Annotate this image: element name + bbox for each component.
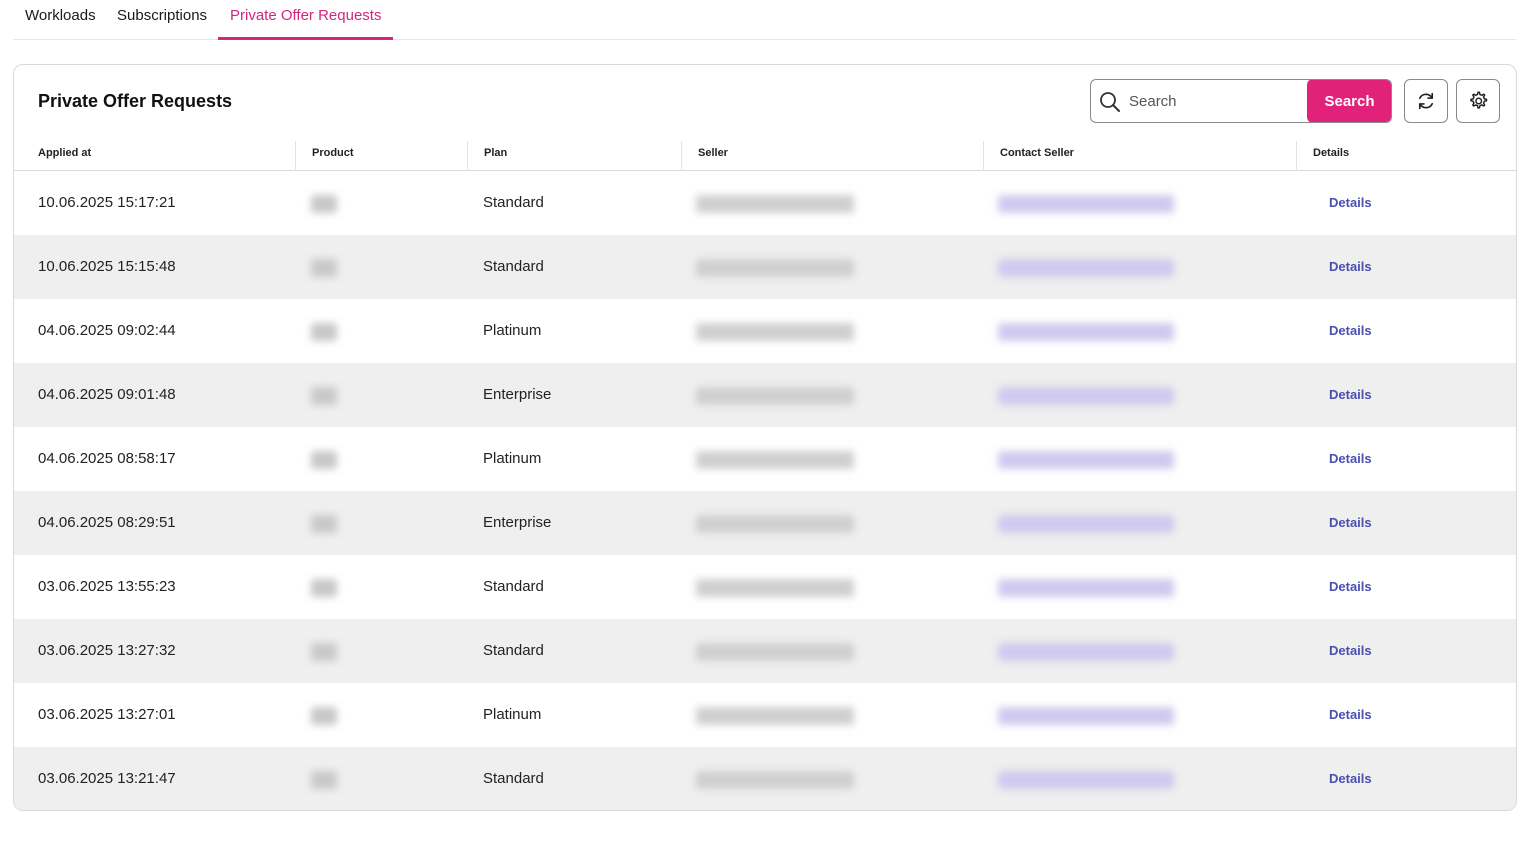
plan-cell: Standard [483,642,544,659]
seller-cell-redacted [696,579,854,597]
refresh-icon [1418,92,1434,110]
plan-cell: Enterprise [483,386,552,403]
applied-at-cell: 03.06.2025 13:55:23 [38,578,176,595]
contact-seller-link-redacted[interactable] [998,451,1174,469]
column-header-applied-at[interactable]: Applied at [22,141,295,171]
table-row: 03.06.2025 13:27:01 Platinum Details [14,683,1516,747]
contact-seller-link-redacted[interactable] [998,579,1174,597]
tab-subscriptions[interactable]: Subscriptions [105,0,219,40]
details-link[interactable]: Details [1329,363,1372,427]
plan-cell: Standard [483,770,544,787]
table-row: 03.06.2025 13:21:47 Standard Details [14,747,1516,810]
plan-cell: Standard [483,194,544,211]
seller-cell-redacted [696,451,854,469]
table-body: 10.06.2025 15:17:21 Standard Details 10.… [14,171,1516,810]
seller-cell-redacted [696,771,854,789]
contact-seller-link-redacted[interactable] [998,707,1174,725]
column-header-product[interactable]: Product [295,141,467,171]
plan-cell: Enterprise [483,514,552,531]
plan-cell: Standard [483,578,544,595]
table-row: 04.06.2025 09:01:48 Enterprise Details [14,363,1516,427]
gear-icon [1470,91,1488,109]
column-header-seller[interactable]: Seller [681,141,983,171]
contact-seller-link-redacted[interactable] [998,771,1174,789]
applied-at-cell: 10.06.2025 15:17:21 [38,194,176,211]
search-input[interactable] [1129,80,1307,122]
product-cell-redacted [311,451,337,469]
applied-at-cell: 04.06.2025 09:01:48 [38,386,176,403]
table-row: 04.06.2025 09:02:44 Platinum Details [14,299,1516,363]
applied-at-cell: 03.06.2025 13:27:32 [38,642,176,659]
seller-cell-redacted [696,259,854,277]
table-row: 04.06.2025 08:29:51 Enterprise Details [14,491,1516,555]
applied-at-cell: 04.06.2025 08:29:51 [38,514,176,531]
plan-cell: Platinum [483,322,542,339]
settings-button[interactable] [1456,79,1500,123]
column-header-contact-seller[interactable]: Contact Seller [983,141,1296,171]
applied-at-cell: 03.06.2025 13:21:47 [38,770,176,787]
product-cell-redacted [311,643,337,661]
seller-cell-redacted [696,323,854,341]
details-link[interactable]: Details [1329,747,1372,810]
tab-bar: Workloads Subscriptions Private Offer Re… [13,0,1516,40]
details-link[interactable]: Details [1329,619,1372,683]
column-header-plan[interactable]: Plan [467,141,681,171]
table-row: 10.06.2025 15:15:48 Standard Details [14,235,1516,299]
search-box: Search [1090,79,1392,123]
applied-at-cell: 03.06.2025 13:27:01 [38,706,176,723]
contact-seller-link-redacted[interactable] [998,387,1174,405]
details-link[interactable]: Details [1329,171,1372,235]
table-header: Applied at Product Plan Seller Contact S… [14,141,1516,171]
contact-seller-link-redacted[interactable] [998,195,1174,213]
table-row: 10.06.2025 15:17:21 Standard Details [14,171,1516,235]
search-icon [1100,92,1120,112]
contact-seller-link-redacted[interactable] [998,643,1174,661]
product-cell-redacted [311,195,337,213]
seller-cell-redacted [696,195,854,213]
applied-at-cell: 10.06.2025 15:15:48 [38,258,176,275]
tab-private-offer-requests[interactable]: Private Offer Requests [218,0,394,40]
product-cell-redacted [311,387,337,405]
product-cell-redacted [311,579,337,597]
seller-cell-redacted [696,515,854,533]
table-row: 03.06.2025 13:27:32 Standard Details [14,619,1516,683]
product-cell-redacted [311,707,337,725]
table-row: 03.06.2025 13:55:23 Standard Details [14,555,1516,619]
details-link[interactable]: Details [1329,235,1372,299]
plan-cell: Standard [483,258,544,275]
refresh-button[interactable] [1404,79,1448,123]
seller-cell-redacted [696,643,854,661]
product-cell-redacted [311,323,337,341]
product-cell-redacted [311,515,337,533]
private-offer-requests-card: Private Offer Requests Search Applied at… [13,64,1517,811]
applied-at-cell: 04.06.2025 08:58:17 [38,450,176,467]
contact-seller-link-redacted[interactable] [998,259,1174,277]
tab-workloads[interactable]: Workloads [13,0,108,40]
plan-cell: Platinum [483,706,542,723]
column-header-details[interactable]: Details [1296,141,1516,171]
contact-seller-link-redacted[interactable] [998,515,1174,533]
details-link[interactable]: Details [1329,491,1372,555]
plan-cell: Platinum [483,450,542,467]
seller-cell-redacted [696,387,854,405]
page-title: Private Offer Requests [38,91,233,111]
applied-at-cell: 04.06.2025 09:02:44 [38,322,176,339]
product-cell-redacted [311,771,337,789]
details-link[interactable]: Details [1329,683,1372,747]
seller-cell-redacted [696,707,854,725]
details-link[interactable]: Details [1329,427,1372,491]
product-cell-redacted [311,259,337,277]
details-link[interactable]: Details [1329,299,1372,363]
search-button[interactable]: Search [1307,80,1391,122]
details-link[interactable]: Details [1329,555,1372,619]
table-row: 04.06.2025 08:58:17 Platinum Details [14,427,1516,491]
contact-seller-link-redacted[interactable] [998,323,1174,341]
